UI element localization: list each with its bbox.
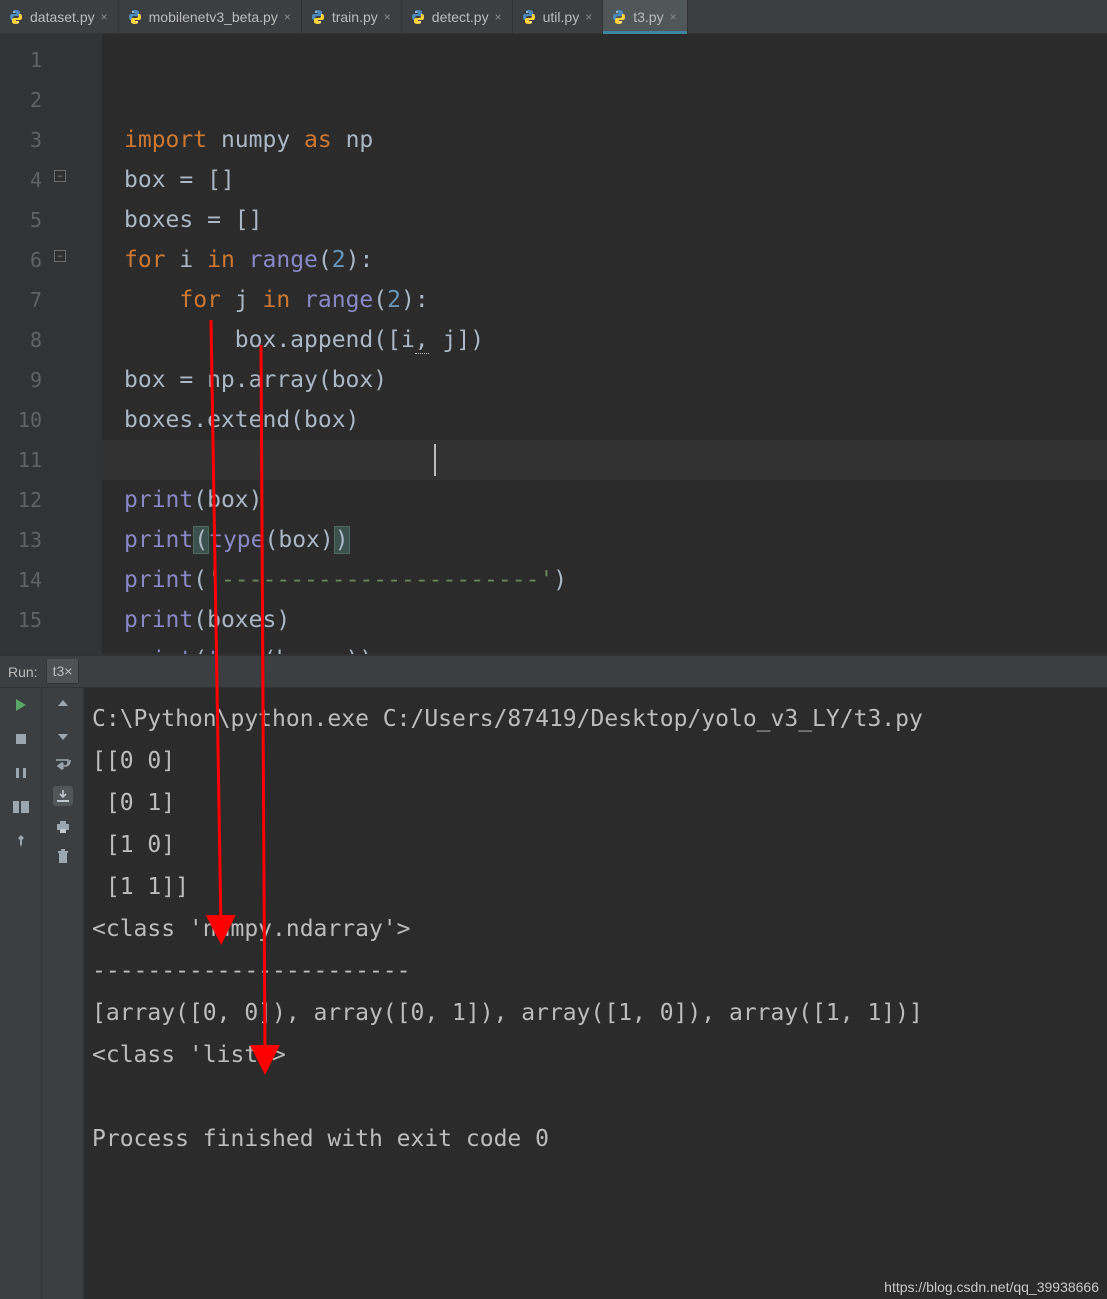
editor-tab[interactable]: t3.py× (603, 0, 687, 33)
close-icon[interactable]: × (670, 0, 677, 34)
code-line: import numpy as np (124, 127, 373, 153)
run-config-label: t3 (53, 663, 65, 679)
line-number: 4 (0, 160, 52, 200)
python-file-icon (611, 9, 627, 25)
line-number: 5 (0, 200, 52, 240)
scroll-down-icon[interactable] (54, 726, 72, 744)
tab-label: dataset.py (30, 0, 95, 34)
tab-label: t3.py (633, 0, 663, 34)
tab-label: train.py (332, 0, 378, 34)
line-number-gutter: 123456789101112131415 (0, 34, 52, 654)
close-icon[interactable]: × (585, 0, 592, 34)
code-line: box = [] (124, 167, 235, 193)
line-number: 11 (0, 440, 52, 480)
fold-toggle-icon[interactable]: − (54, 250, 66, 262)
line-number: 15 (0, 600, 52, 640)
tab-label: mobilenetv3_beta.py (149, 0, 278, 34)
scroll-to-end-icon[interactable] (53, 786, 73, 806)
close-icon[interactable]: × (101, 0, 108, 34)
soft-wrap-icon[interactable] (54, 756, 72, 774)
editor-tab[interactable]: train.py× (302, 0, 402, 33)
tab-label: detect.py (432, 0, 489, 34)
layout-icon[interactable] (12, 798, 30, 816)
close-icon[interactable]: × (495, 0, 502, 34)
line-number: 13 (0, 520, 52, 560)
code-line: print('-----------------------') (124, 567, 567, 593)
editor-tab[interactable]: detect.py× (402, 0, 513, 33)
code-line: box.append([i, j]) (124, 327, 484, 354)
code-area[interactable]: import numpy as np box = [] boxes = [] f… (102, 34, 1107, 654)
code-line: print(boxes) (124, 607, 290, 633)
python-file-icon (521, 9, 537, 25)
watermark-text: https://blog.csdn.net/qq_39938666 (884, 1279, 1099, 1295)
editor-tabbar: dataset.py× mobilenetv3_beta.py× train.p… (0, 0, 1107, 34)
tab-label: util.py (543, 0, 580, 34)
code-line: for j in range(2): (124, 287, 429, 313)
code-line: box = np.array(box) (124, 367, 387, 393)
stop-icon[interactable] (12, 730, 30, 748)
run-panel-header: Run: t3 × (0, 656, 1107, 688)
python-file-icon (310, 9, 326, 25)
code-line: boxes = [] (124, 207, 262, 233)
editor-tab[interactable]: dataset.py× (0, 0, 119, 33)
console-output[interactable]: C:\Python\python.exe C:/Users/87419/Desk… (84, 688, 1107, 1299)
run-console-toolbar (42, 688, 84, 1299)
code-line: print(type(boxes)) (124, 647, 373, 656)
editor-tab[interactable]: util.py× (513, 0, 604, 33)
run-config-tab[interactable]: t3 × (46, 659, 80, 684)
close-icon[interactable]: × (384, 0, 391, 34)
editor-tab[interactable]: mobilenetv3_beta.py× (119, 0, 302, 33)
delete-icon[interactable] (54, 848, 72, 866)
line-number: 3 (0, 120, 52, 160)
scroll-up-icon[interactable] (54, 696, 72, 714)
run-panel-title: Run: (8, 664, 38, 680)
python-file-icon (127, 9, 143, 25)
line-number: 6 (0, 240, 52, 280)
pin-icon[interactable] (12, 832, 30, 850)
python-file-icon (8, 9, 24, 25)
pause-icon[interactable] (12, 764, 30, 782)
run-tool-window: C:\Python\python.exe C:/Users/87419/Desk… (0, 688, 1107, 1299)
code-line: print(box) (124, 487, 263, 513)
fold-toggle-icon[interactable]: − (54, 170, 66, 182)
python-file-icon (410, 9, 426, 25)
print-icon[interactable] (54, 818, 72, 836)
code-line: for i in range(2): (124, 247, 373, 273)
close-icon[interactable]: × (64, 663, 72, 679)
line-number: 12 (0, 480, 52, 520)
fold-gutter: − − (52, 34, 102, 654)
run-left-toolbar (0, 688, 42, 1299)
current-line-highlight (102, 440, 1107, 480)
line-number: 10 (0, 400, 52, 440)
code-line: boxes.extend(box) (124, 407, 359, 433)
line-number: 8 (0, 320, 52, 360)
line-number: 14 (0, 560, 52, 600)
line-number: 9 (0, 360, 52, 400)
close-icon[interactable]: × (284, 0, 291, 34)
code-line: print(type(box)) (124, 526, 350, 554)
line-number: 7 (0, 280, 52, 320)
line-number: 1 (0, 40, 52, 80)
code-editor[interactable]: 123456789101112131415 − − import numpy a… (0, 34, 1107, 656)
run-icon[interactable] (12, 696, 30, 714)
editor-caret (434, 444, 436, 476)
line-number: 2 (0, 80, 52, 120)
